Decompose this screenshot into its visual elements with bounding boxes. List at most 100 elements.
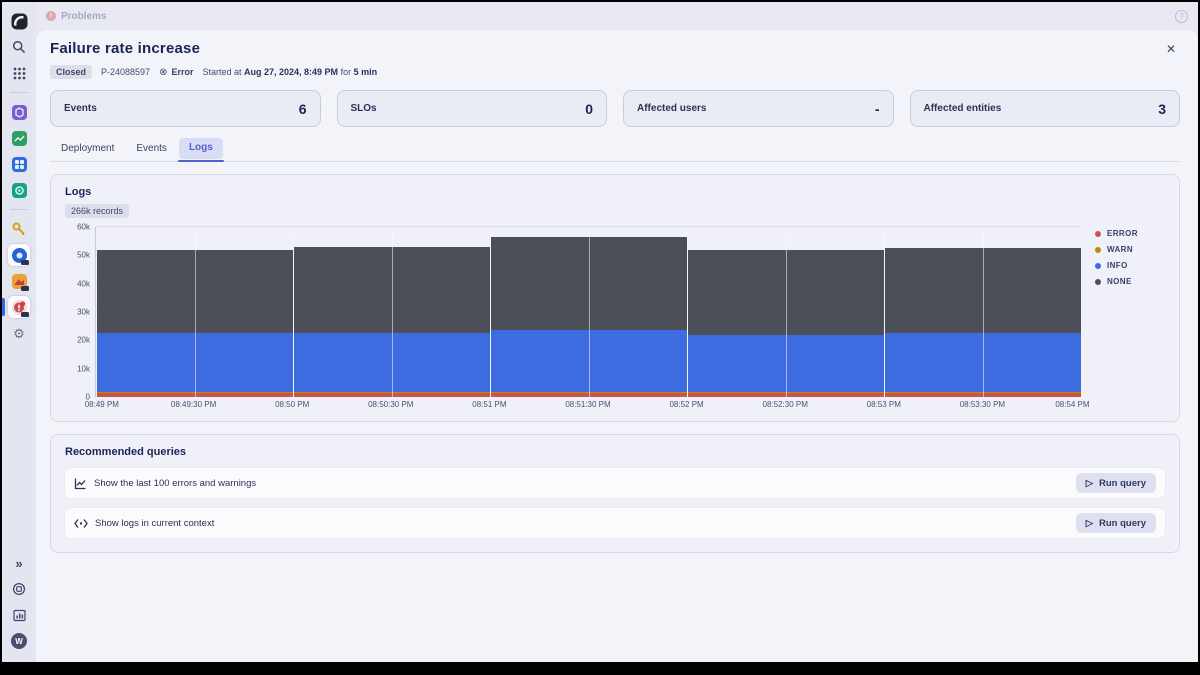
recommended-queries-panel: Recommended queries Show the last 100 er… — [50, 434, 1180, 553]
legend-label: NONE — [1107, 277, 1132, 286]
recommended-query-row[interactable]: Show logs in current context ▷ Run query — [65, 508, 1165, 538]
severity-label: Error — [171, 67, 194, 77]
problems-tab-icon: ! — [46, 11, 56, 21]
run-query-label: Run query — [1099, 477, 1146, 489]
gear-icon: ⚙ — [13, 325, 25, 341]
help-glyph: ? — [1179, 11, 1184, 21]
chevrons-right-icon: » — [15, 555, 23, 571]
started-date: Aug 27, 2024, 8:49 PM — [244, 67, 339, 77]
tab-logs[interactable]: Logs — [177, 138, 224, 162]
duration: 5 min — [353, 67, 378, 77]
recommended-query-row[interactable]: Show the last 100 errors and warnings ▷ … — [65, 468, 1165, 498]
gridline-vertical — [293, 227, 294, 397]
legend-item-none[interactable]: NONE — [1095, 277, 1165, 286]
stat-card-affected-entities[interactable]: Affected entities 3 — [909, 90, 1180, 127]
x-axis-tick-label: 08:52 PM — [669, 400, 704, 409]
access-keys-icon[interactable] — [2, 217, 36, 241]
grail-app-icon[interactable] — [2, 243, 36, 267]
x-axis-tick-label: 08:49:30 PM — [170, 400, 217, 409]
y-axis-tick-label: 50k — [77, 250, 90, 260]
y-axis-tick-label: 10k — [77, 364, 90, 374]
x-axis-tick-label: 08:54 PM — [1055, 400, 1090, 409]
stat-label: SLOs — [350, 103, 377, 114]
status-badge: Closed — [50, 65, 93, 79]
extensions-app-icon[interactable] — [2, 269, 36, 293]
recommended-queries-title: Recommended queries — [65, 446, 187, 458]
x-axis-tick-label: 08:49 PM — [84, 400, 119, 409]
help-icon[interactable] — [2, 577, 36, 601]
gridline-vertical — [490, 227, 491, 397]
log-chart-plot — [95, 226, 1081, 397]
avatar-initial: W — [11, 633, 27, 649]
query-label: Show the last 100 errors and warnings — [94, 477, 257, 489]
logs-panel: Logs 266k records 0 10k 20k 30k 40k 50k 60k 08… — [50, 174, 1180, 422]
tab-events[interactable]: Events — [126, 138, 177, 161]
topbar-help-icon[interactable]: ? — [1175, 9, 1188, 23]
problem-id: P-24088597 — [101, 67, 151, 77]
problems-app-icon[interactable] — [2, 295, 36, 319]
line-chart-icon — [74, 478, 86, 489]
stat-label: Affected entities — [923, 103, 1002, 114]
run-query-button[interactable]: ▷ Run query — [1075, 473, 1156, 493]
legend-dot — [1095, 262, 1101, 269]
stat-card-events[interactable]: Events 6 — [50, 90, 321, 127]
gridline-vertical — [588, 227, 590, 397]
gridline-vertical — [391, 227, 393, 397]
for-word: for — [340, 67, 352, 77]
chart-legend: ERROR WARN INFO NONE — [1081, 227, 1165, 413]
app-window: ⚙ » W ! Problems ? Failure rate increase — [2, 2, 1198, 662]
run-query-label: Run query — [1099, 517, 1146, 529]
x-axis-tick-label: 08:53 PM — [866, 400, 901, 409]
stat-value: 3 — [1158, 100, 1166, 117]
stat-cards-row: Events 6 SLOs 0 Affected users - Affecte… — [50, 90, 1180, 127]
play-icon: ▷ — [1085, 517, 1094, 529]
legend-item-info[interactable]: INFO — [1095, 261, 1165, 270]
user-avatar[interactable]: W — [2, 629, 36, 653]
legend-item-error[interactable]: ERROR — [1095, 229, 1165, 238]
stat-card-affected-users[interactable]: Affected users - — [623, 90, 894, 127]
tab-deployment[interactable]: Deployment — [51, 138, 124, 161]
search-icon[interactable] — [2, 35, 36, 59]
sidebar-divider — [10, 209, 28, 210]
query-label: Show logs in current context — [95, 517, 215, 529]
settings-app-icon[interactable]: ⚙ — [2, 321, 36, 345]
kubernetes-app-icon[interactable] — [2, 100, 36, 124]
legend-label: INFO — [1107, 261, 1128, 270]
stat-card-slos[interactable]: SLOs 0 — [336, 90, 607, 127]
page-title: Failure rate increase — [50, 40, 201, 57]
monitoring-icon[interactable] — [2, 603, 36, 627]
smartscape-app-icon[interactable] — [2, 126, 36, 150]
dynatrace-logo-icon[interactable] — [2, 9, 36, 33]
tab-problems[interactable]: ! Problems — [46, 11, 107, 22]
dashboards-app-icon[interactable] — [2, 152, 36, 176]
error-circle-icon: ⊗ — [159, 66, 168, 78]
legend-label: ERROR — [1107, 229, 1138, 238]
sidebar-divider — [10, 92, 28, 93]
records-count-badge: 266k records — [65, 204, 130, 218]
gridline-vertical — [194, 227, 196, 397]
stat-value: 6 — [298, 100, 307, 117]
expand-sidebar-icon[interactable]: » — [2, 551, 36, 575]
stat-value: - — [874, 100, 880, 117]
sidebar: ⚙ » W — [2, 2, 36, 662]
run-query-button[interactable]: ▷ Run query — [1075, 513, 1156, 533]
clouds-app-icon[interactable] — [2, 178, 36, 202]
legend-dot — [1095, 278, 1101, 285]
topbar: ! Problems ? — [36, 2, 1198, 30]
app-grid-icon[interactable] — [2, 61, 36, 85]
close-icon[interactable]: ✕ — [1162, 40, 1180, 58]
stat-value: 0 — [585, 100, 593, 117]
x-axis-tick-label: 08:50:30 PM — [368, 400, 414, 409]
legend-item-warn[interactable]: WARN — [1095, 245, 1165, 254]
legend-dot — [1095, 230, 1101, 237]
y-axis-tick-label: 20k — [77, 335, 90, 345]
gridline-vertical — [687, 227, 688, 397]
chart-y-axis: 0 10k 20k 30k 40k 50k 60k — [65, 223, 95, 402]
gridline-vertical — [785, 227, 787, 397]
play-icon: ▷ — [1085, 477, 1094, 489]
gridline-vertical — [982, 227, 984, 397]
x-axis-tick-label: 08:52:30 PM — [762, 400, 808, 409]
legend-label: WARN — [1107, 245, 1134, 254]
gridline-vertical — [884, 227, 885, 397]
stat-label: Events — [64, 103, 97, 114]
